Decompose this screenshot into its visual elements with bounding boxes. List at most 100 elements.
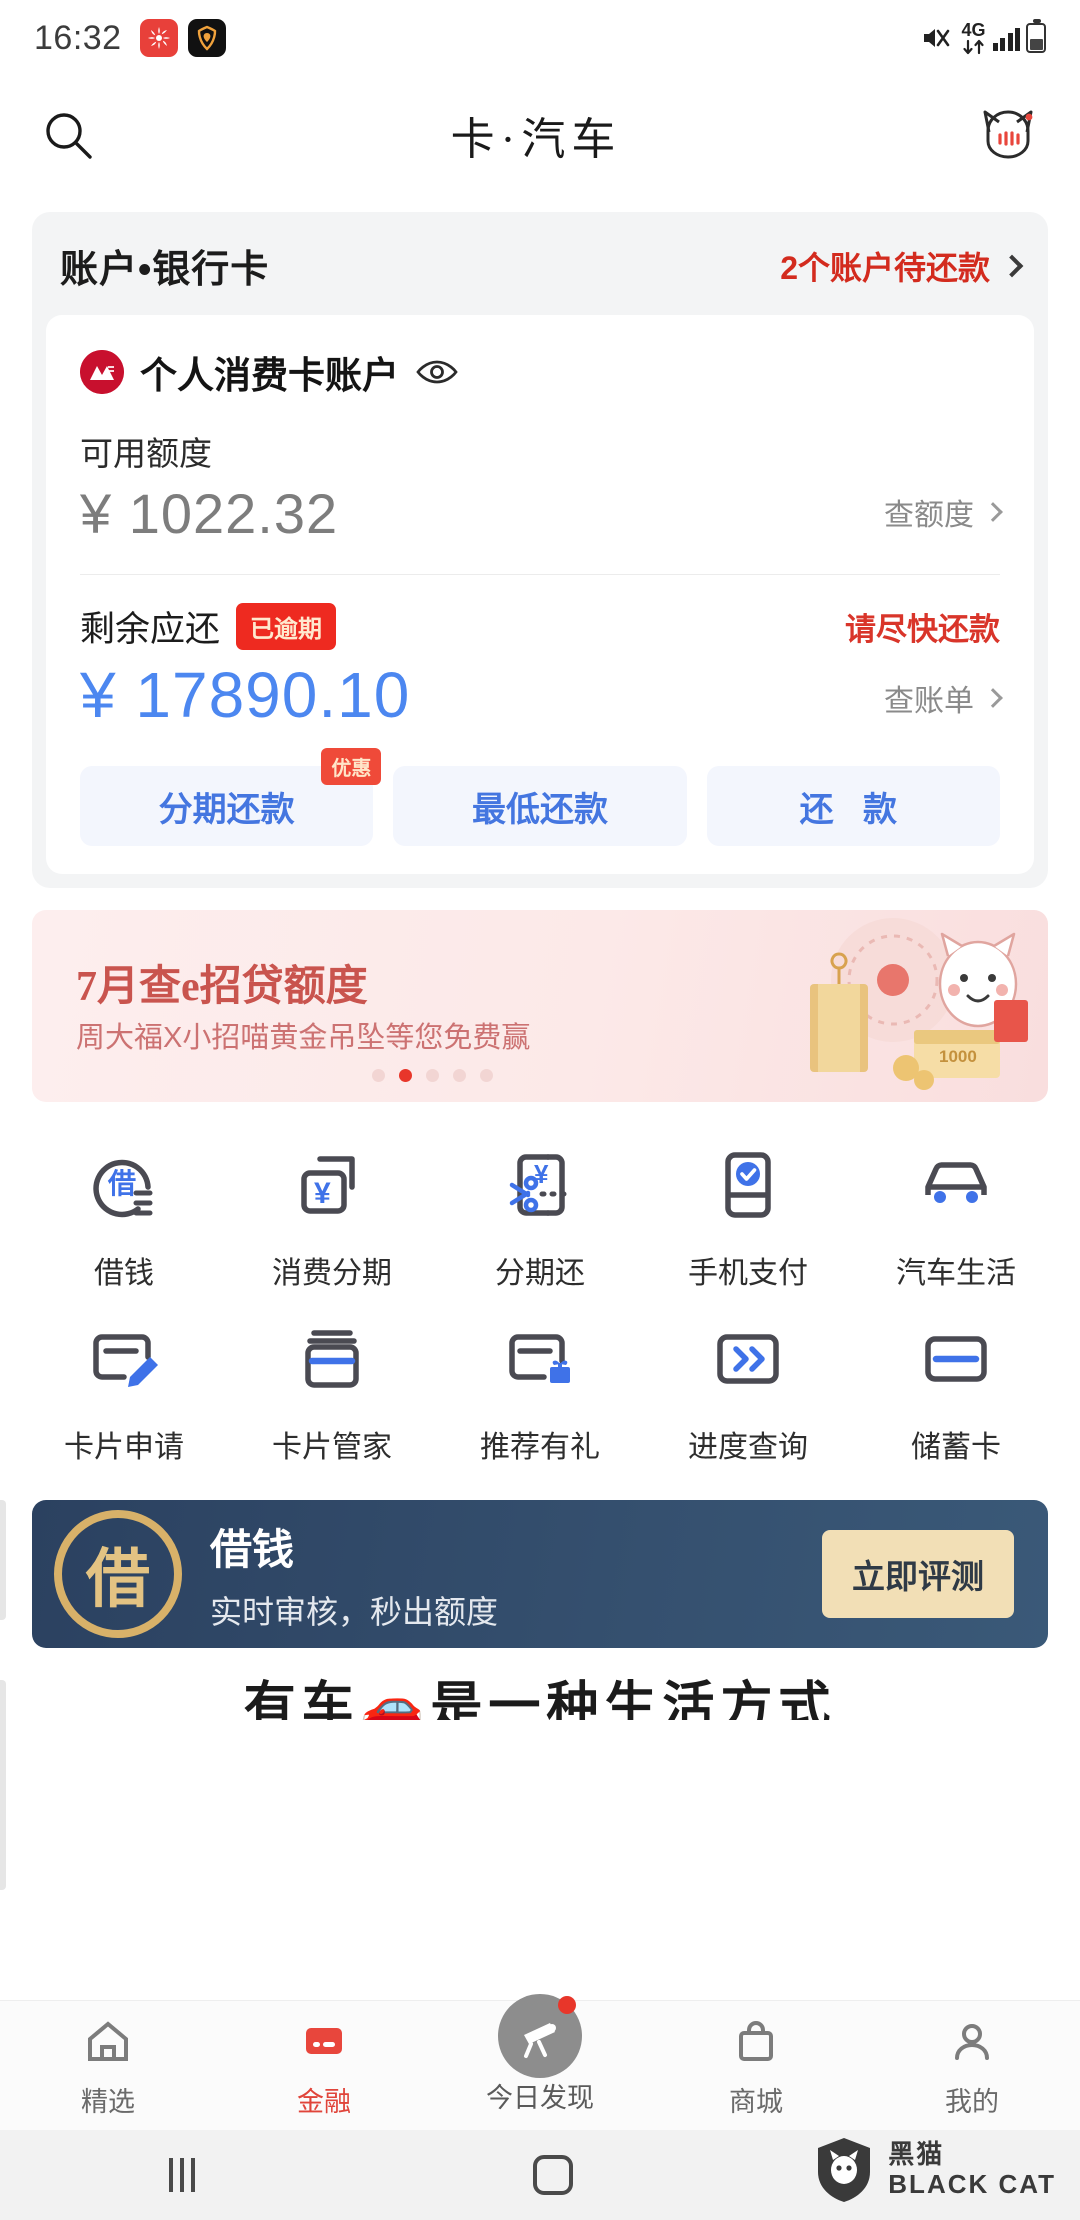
shortcut-progress-query[interactable]: 进度查询	[644, 1302, 852, 1476]
repay-label: 还 款	[799, 790, 908, 829]
cat-mascot-icon[interactable]	[976, 105, 1040, 165]
tab-mall[interactable]: 商城	[648, 2012, 864, 2119]
minimum-repay-label: 最低还款	[471, 790, 608, 829]
battery-icon	[1026, 19, 1046, 53]
signal-bars-icon	[992, 25, 1020, 51]
status-indicators: 4G	[921, 19, 1046, 55]
minimum-repay-button[interactable]: 最低还款	[393, 766, 687, 846]
tab-label: 金融	[297, 2087, 351, 2117]
chevron-right-icon	[983, 688, 1003, 708]
recents-icon[interactable]	[169, 2158, 195, 2192]
app-badge-dark-icon	[187, 19, 226, 57]
due-amount-row: ¥ 17890.10 查账单	[80, 658, 1003, 732]
svg-text:1000: 1000	[939, 1047, 977, 1066]
check-statement-link[interactable]: 查账单	[884, 676, 1003, 732]
installment-repay-label: 分期还款	[158, 790, 295, 829]
debit-card-icon	[914, 1316, 998, 1402]
shortcut-label: 进度查询	[688, 1431, 808, 1464]
shortcut-card-manager[interactable]: 卡片管家	[228, 1302, 436, 1476]
tab-label: 商城	[729, 2087, 783, 2117]
shortcut-label: 卡片管家	[272, 1431, 392, 1464]
loan-seal-icon: 借	[54, 1510, 182, 1638]
pending-repayment-link[interactable]: 2个账户待还款	[780, 243, 1024, 289]
network-type-label: 4G	[961, 20, 986, 40]
carousel-dot[interactable]	[480, 1069, 493, 1082]
shortcut-label: 推荐有礼	[480, 1431, 600, 1464]
bottom-tab-bar: 精选 金融 今日发现 商城 我的	[0, 1994, 1080, 2130]
shortcut-label: 卡片申请	[64, 1431, 184, 1464]
home-square-icon[interactable]	[533, 2155, 573, 2195]
account-section-header: 账户•银行卡 2个账户待还款	[32, 212, 1048, 315]
loan-banner[interactable]: 借 借钱 实时审核，秒出额度 立即评测	[32, 1500, 1048, 1648]
shortcut-car-life[interactable]: 汽车生活	[852, 1128, 1060, 1302]
split-repay-icon: ¥	[498, 1142, 582, 1228]
repay-warning-label[interactable]: 请尽快还款	[845, 604, 1000, 649]
shortcut-label: 分期还	[495, 1257, 585, 1290]
data-arrows-icon	[962, 39, 984, 55]
shortcut-label: 汽车生活	[896, 1257, 1016, 1290]
tab-finance[interactable]: 金融	[216, 2012, 432, 2119]
card-divider	[80, 574, 1000, 575]
carousel-dots[interactable]	[372, 1069, 493, 1082]
loan-seal-text: 借	[86, 1544, 150, 1615]
app-header: 卡·汽车	[0, 76, 1080, 194]
shortcut-debit-card[interactable]: 储蓄卡	[852, 1302, 1060, 1476]
available-credit-row: ¥ 1022.32 查额度	[80, 481, 1003, 546]
borrow-money-icon: 借	[82, 1142, 166, 1228]
carousel-dot[interactable]	[426, 1069, 439, 1082]
carousel-dot[interactable]	[372, 1069, 385, 1082]
telescope-icon	[498, 1994, 582, 2078]
search-icon[interactable]	[40, 107, 96, 163]
tab-discover[interactable]: 今日发现	[432, 1994, 648, 2115]
shortcut-label: 消费分期	[272, 1257, 392, 1290]
check-statement-label: 查账单	[884, 685, 974, 718]
due-amount: ¥ 17890.10	[80, 659, 411, 731]
shortcut-card-apply[interactable]: 卡片申请	[20, 1302, 228, 1476]
installment-repay-button[interactable]: 分期还款 优惠	[80, 748, 382, 846]
account-section: 账户•银行卡 2个账户待还款 个人消费卡账户 可用额度 ¥ 1022.32 查额…	[32, 212, 1048, 888]
account-card: 个人消费卡账户 可用额度 ¥ 1022.32 查额度 剩余应还 已逾期 请尽快还…	[46, 315, 1034, 874]
due-header-row: 剩余应还 已逾期 请尽快还款	[80, 601, 1000, 652]
available-credit-amount: ¥ 1022.32	[80, 482, 339, 545]
watermark-text: 黑猫 BLACK CAT	[888, 2139, 1056, 2200]
teaser-headline: 有车🚗是一种生活方式	[243, 1679, 837, 1720]
shortcut-borrow-money[interactable]: 借 借钱	[20, 1128, 228, 1302]
shortcut-label: 手机支付	[688, 1257, 808, 1290]
chevron-right-icon	[983, 502, 1003, 522]
loan-banner-title: 借钱	[210, 1525, 295, 1573]
eye-icon[interactable]	[415, 358, 459, 386]
due-amount-label: 剩余应还	[80, 610, 221, 649]
chevron-right-icon	[1000, 254, 1024, 277]
svg-text:借: 借	[107, 1168, 136, 1199]
shortcut-referral-gift[interactable]: 推荐有礼	[436, 1302, 644, 1476]
shortcut-mobile-pay[interactable]: 手机支付	[644, 1128, 852, 1302]
shortcut-consumer-installment[interactable]: ¥ 消费分期	[228, 1128, 436, 1302]
shortcut-split-repay[interactable]: ¥ 分期还	[436, 1128, 644, 1302]
promo-banner-subtitle: 周大福X小招喵黄金吊坠等您免费赢	[76, 1022, 531, 1054]
promo-banner-title: 7月查e招贷额度	[76, 964, 368, 1010]
promo-badge: 优惠	[321, 748, 382, 785]
watermark-line1: 黑猫	[888, 2139, 945, 2170]
shortcut-grid-row-1: 借 借钱 ¥ 消费分期 ¥ 分期还 手机支付 汽车生活	[20, 1128, 1060, 1302]
watermark: 黑猫 BLACK CAT	[814, 2136, 1056, 2204]
car-life-icon	[914, 1142, 998, 1228]
app-badge-red-icon	[139, 19, 178, 57]
shortcut-label: 储蓄卡	[911, 1431, 1001, 1464]
mute-icon	[923, 29, 949, 47]
shortcut-grid: 借 借钱 ¥ 消费分期 ¥ 分期还 手机支付 汽车生活 卡片申请 卡片管家 推荐…	[20, 1128, 1060, 1476]
tab-featured[interactable]: 精选	[0, 2012, 216, 2119]
loan-banner-text: 借钱 实时审核，秒出额度	[210, 1516, 498, 1633]
check-credit-link[interactable]: 查额度	[884, 490, 1003, 546]
tab-mine[interactable]: 我的	[864, 2012, 1080, 2119]
home-icon	[82, 2012, 134, 2070]
card-apply-icon	[82, 1316, 166, 1402]
loan-cta-button[interactable]: 立即评测	[822, 1530, 1014, 1618]
status-bar: 16:32 4G	[0, 0, 1080, 76]
carousel-dot-active[interactable]	[399, 1069, 412, 1082]
repay-button[interactable]: 还 款	[706, 766, 1000, 846]
progress-query-icon	[706, 1316, 790, 1402]
promo-banner[interactable]: 1000 7月查e招贷额度 周大福X小招喵黄金吊坠等您免费赢	[32, 910, 1048, 1102]
promo-banner-art: 1000	[718, 910, 1048, 1102]
available-credit-label: 可用额度	[80, 435, 212, 472]
carousel-dot[interactable]	[453, 1069, 466, 1082]
